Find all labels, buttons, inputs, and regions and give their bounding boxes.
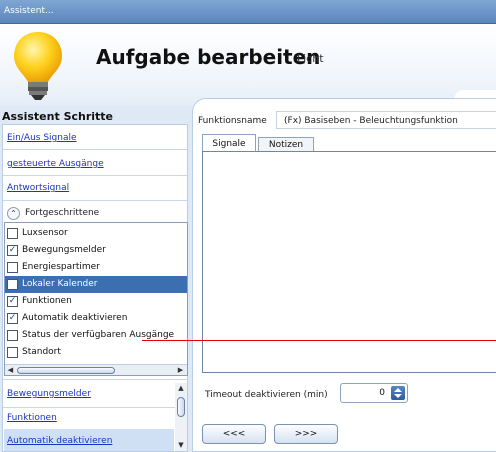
option-label: Bewegungsmelder	[22, 245, 106, 255]
option-luxsensor[interactable]: Luxsensor	[5, 225, 187, 242]
timeout-label: Timeout deaktivieren (min)	[205, 390, 328, 400]
next-button[interactable]: >>>	[274, 424, 338, 444]
option-location[interactable]: Standort	[5, 344, 187, 361]
window-titlebar: Assistent...	[0, 0, 496, 24]
sidebar-title: Assistent Schritte	[2, 110, 114, 123]
option-local-calendar[interactable]: Lokaler Kalender	[5, 276, 187, 293]
spin-arrows-icon[interactable]	[391, 386, 405, 400]
scroll-thumb[interactable]	[17, 367, 115, 374]
sidebar: Ein/Aus Signale gesteuerte Ausgänge Antw…	[2, 124, 188, 452]
chevron-up-icon: ⌃	[7, 207, 20, 220]
advanced-label: Fortgeschrittene	[25, 208, 100, 218]
divider	[3, 175, 187, 176]
function-name-value: (Fx) Basiseben - Beleuchtungsfunktion	[284, 116, 458, 126]
divider	[3, 200, 187, 201]
checkbox[interactable]	[7, 228, 18, 239]
advanced-options-list: Luxsensor ✓ Bewegungsmelder Energiespart…	[4, 222, 188, 376]
tab-label: Notizen	[268, 140, 304, 150]
divider	[3, 379, 187, 380]
horizontal-scrollbar[interactable]: ◀ ▶	[5, 364, 187, 375]
sidebar-link-onoff-signals[interactable]: Ein/Aus Signale	[7, 133, 77, 143]
checkbox-checked[interactable]: ✓	[7, 296, 18, 307]
sidebar-link-disable-automatic[interactable]: Automatik deaktivieren	[7, 436, 112, 446]
sidebar-link-functions[interactable]: Funktionen	[7, 413, 57, 423]
vertical-scrollbar[interactable]: ▲ ▼	[175, 383, 187, 451]
checkbox-checked[interactable]: ✓	[7, 313, 18, 324]
divider	[3, 149, 187, 150]
checkbox[interactable]	[7, 347, 18, 358]
timeout-value: 0	[379, 388, 385, 398]
scroll-left-icon[interactable]: ◀	[6, 366, 15, 375]
function-name-field[interactable]: (Fx) Basiseben - Beleuchtungsfunktion	[276, 111, 496, 129]
header: Aufgabe bearbeiten Licht	[0, 24, 496, 110]
window-title: Assistent...	[4, 6, 54, 16]
page-title: Aufgabe bearbeiten	[96, 45, 321, 69]
timeout-stepper[interactable]: 0	[340, 383, 408, 403]
tab-label: Signale	[212, 139, 246, 149]
checkbox[interactable]	[7, 330, 18, 341]
option-label: Automatik deaktivieren	[22, 313, 128, 323]
scroll-up-icon[interactable]: ▲	[176, 384, 186, 393]
option-label: Energiespartimer	[22, 262, 100, 272]
annotation-line	[142, 340, 496, 341]
previous-button[interactable]: <<<	[202, 424, 266, 444]
tab-notes[interactable]: Notizen	[258, 137, 314, 152]
checkbox[interactable]	[7, 279, 18, 290]
lightbulb-icon	[14, 32, 62, 100]
scroll-right-icon[interactable]: ▶	[176, 366, 185, 375]
scroll-down-icon[interactable]: ▼	[176, 441, 186, 450]
sidebar-link-response-signal[interactable]: Antwortsignal	[7, 183, 69, 193]
option-label: Funktionen	[22, 296, 72, 306]
option-label: Standort	[22, 347, 61, 357]
option-label: Status der verfügbaren Ausgänge	[22, 330, 175, 340]
sidebar-link-controlled-outputs[interactable]: gesteuerte Ausgänge	[7, 159, 104, 169]
function-name-label: Funktionsname	[198, 116, 267, 126]
checkbox-checked[interactable]: ✓	[7, 245, 18, 256]
option-functions[interactable]: ✓ Funktionen	[5, 293, 187, 310]
scroll-thumb[interactable]	[177, 397, 185, 417]
advanced-toggle[interactable]: ⌃ Fortgeschrittene	[7, 206, 187, 222]
option-motion-sensor[interactable]: ✓ Bewegungsmelder	[5, 242, 187, 259]
page-subtitle: Licht	[297, 52, 324, 65]
checkbox[interactable]	[7, 262, 18, 273]
option-label: Lokaler Kalender	[22, 279, 98, 289]
divider	[3, 407, 187, 408]
option-output-status[interactable]: Status der verfügbaren Ausgänge	[5, 327, 187, 344]
option-disable-automatic[interactable]: ✓ Automatik deaktivieren	[5, 310, 187, 327]
sidebar-link-motion-sensor[interactable]: Bewegungsmelder	[7, 389, 91, 399]
option-label: Luxsensor	[22, 228, 68, 238]
option-energy-timer[interactable]: Energiespartimer	[5, 259, 187, 276]
